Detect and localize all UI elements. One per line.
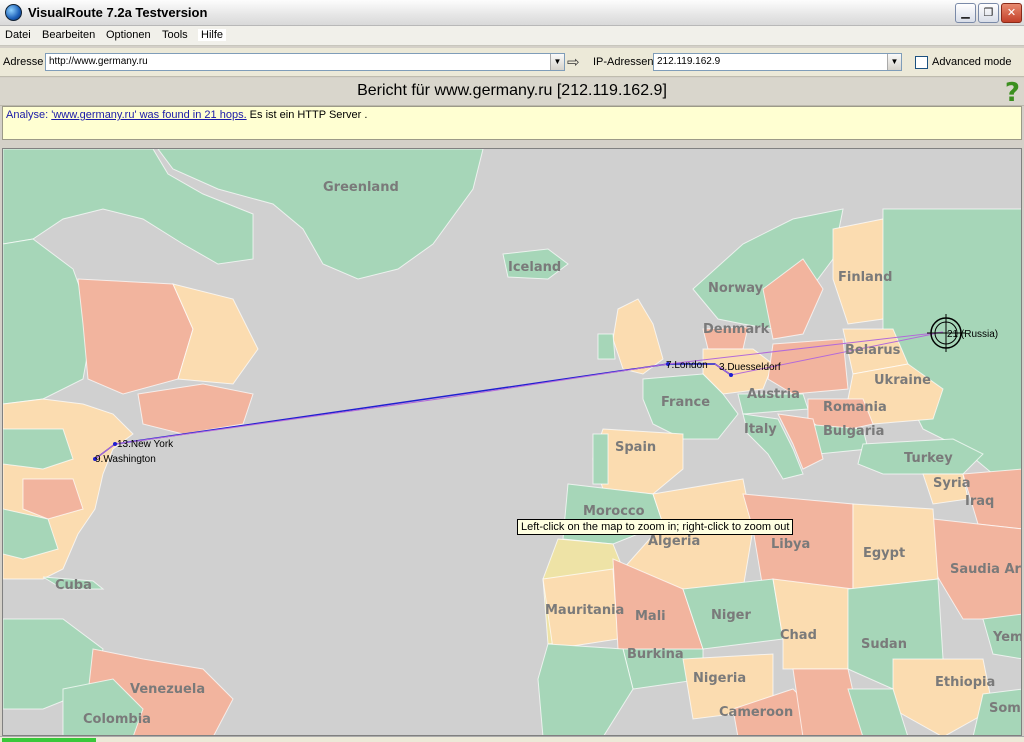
status-bar: [0, 736, 1024, 742]
country-label: Norway: [708, 281, 764, 296]
minimize-button[interactable]: ▁: [955, 3, 976, 23]
country-label: Mauritania: [545, 603, 624, 618]
go-arrow-icon[interactable]: ⇨: [567, 53, 580, 71]
maximize-button[interactable]: ❐: [978, 3, 999, 23]
country-label: Chad: [780, 628, 817, 643]
country-label: Algeria: [648, 534, 700, 549]
country-label: Som: [989, 701, 1021, 716]
country-label: Libya: [771, 537, 810, 552]
hop-label: 13.New York: [117, 439, 174, 450]
hop-marker[interactable]: [729, 373, 733, 377]
address-input[interactable]: http://www.germany.ru ▼: [45, 53, 565, 71]
country-label: Burkina: [627, 647, 684, 662]
menu-datei[interactable]: Datei: [5, 29, 31, 41]
progress-bar: [2, 738, 96, 742]
country-label: Cuba: [55, 578, 92, 593]
country-label: Sudan: [861, 637, 907, 652]
advanced-mode-label: Advanced mode: [932, 56, 1012, 68]
country-label: Colombia: [83, 712, 151, 727]
country-label: Saudia Ara: [950, 562, 1022, 577]
hop-label: 7.London: [666, 360, 708, 371]
country-label: Egypt: [863, 546, 905, 561]
close-button[interactable]: ✕: [1001, 3, 1022, 23]
region-ireland: [597, 333, 616, 360]
ip-label: IP-Adressen: [593, 56, 654, 68]
menu-optionen[interactable]: Optionen: [106, 29, 151, 41]
menu-bearbeiten[interactable]: Bearbeiten: [42, 29, 95, 41]
advanced-mode-checkbox[interactable]: [915, 56, 928, 69]
chevron-down-icon[interactable]: ▼: [550, 54, 564, 70]
globe-icon: [5, 4, 22, 21]
menu-bar: Datei Bearbeiten Optionen Tools Hilfe: [0, 26, 1024, 46]
country-label: Turkey: [904, 451, 953, 466]
region-portugal: [592, 433, 609, 485]
map-canvas[interactable]: Greenland Iceland Norway Finland Denmark…: [3, 149, 1022, 736]
chevron-down-icon[interactable]: ▼: [887, 54, 901, 70]
country-label: Mali: [635, 609, 666, 624]
country-label: Venezuela: [130, 682, 205, 697]
analysis-suffix: Es ist ein HTTP Server .: [246, 109, 368, 121]
country-label: Iceland: [508, 260, 561, 275]
report-header: Bericht für www.germany.ru [212.119.162.…: [0, 78, 1024, 108]
window-title: VisualRoute 7.2a Testversion: [28, 5, 208, 20]
analysis-prefix: Analyse:: [6, 109, 52, 121]
country-label: Ethiopia: [935, 675, 995, 690]
ip-select[interactable]: 212.119.162.9 ▼: [653, 53, 902, 71]
country-label: Nigeria: [693, 671, 746, 686]
title-bar: VisualRoute 7.2a Testversion ▁ ❐ ✕: [0, 0, 1024, 26]
country-label: Belarus: [845, 343, 901, 358]
country-label: Finland: [838, 270, 892, 285]
help-icon[interactable]: ?: [1005, 78, 1020, 108]
world-map[interactable]: Greenland Iceland Norway Finland Denmark…: [2, 148, 1022, 736]
country-label: Denmark: [703, 322, 770, 337]
address-input-value: http://www.germany.ru: [49, 56, 148, 67]
analysis-panel: Analyse: 'www.germany.ru' was found in 2…: [2, 106, 1022, 140]
country-label: Austria: [747, 387, 800, 402]
hop-label: 3.Duesseldorf: [719, 362, 781, 373]
hop-label: 21 (Russia): [947, 329, 998, 340]
report-title: Bericht für www.germany.ru [212.119.162.…: [357, 82, 667, 99]
region-quebec: [77, 278, 194, 395]
analysis-link[interactable]: 'www.germany.ru' was found in 21 hops.: [51, 109, 246, 121]
address-bar: Adresse http://www.germany.ru ▼ ⇨ IP-Adr…: [0, 48, 1024, 77]
country-label: Yem: [992, 630, 1022, 645]
menu-tools[interactable]: Tools: [162, 29, 188, 41]
menu-hilfe[interactable]: Hilfe: [198, 29, 227, 41]
country-label: Cameroon: [719, 705, 793, 720]
ip-select-value: 212.119.162.9: [657, 56, 721, 67]
country-label: Iraq: [965, 494, 994, 509]
country-label: France: [661, 395, 710, 410]
hop-label: 9.Washington: [95, 454, 156, 465]
country-label: Bulgaria: [823, 424, 884, 439]
country-label: Syria: [933, 476, 970, 491]
country-label: Italy: [744, 422, 777, 437]
country-label: Spain: [615, 440, 656, 455]
region-chad: [772, 578, 854, 670]
address-label: Adresse: [3, 56, 44, 68]
country-label: Romania: [823, 400, 887, 415]
country-label: Niger: [711, 608, 751, 623]
country-label: Greenland: [323, 180, 399, 195]
country-label: Ukraine: [874, 373, 931, 388]
region-usa-state: [3, 428, 74, 470]
country-label: Morocco: [583, 504, 645, 519]
map-tooltip: Left-click on the map to zoom in; right-…: [517, 519, 794, 535]
